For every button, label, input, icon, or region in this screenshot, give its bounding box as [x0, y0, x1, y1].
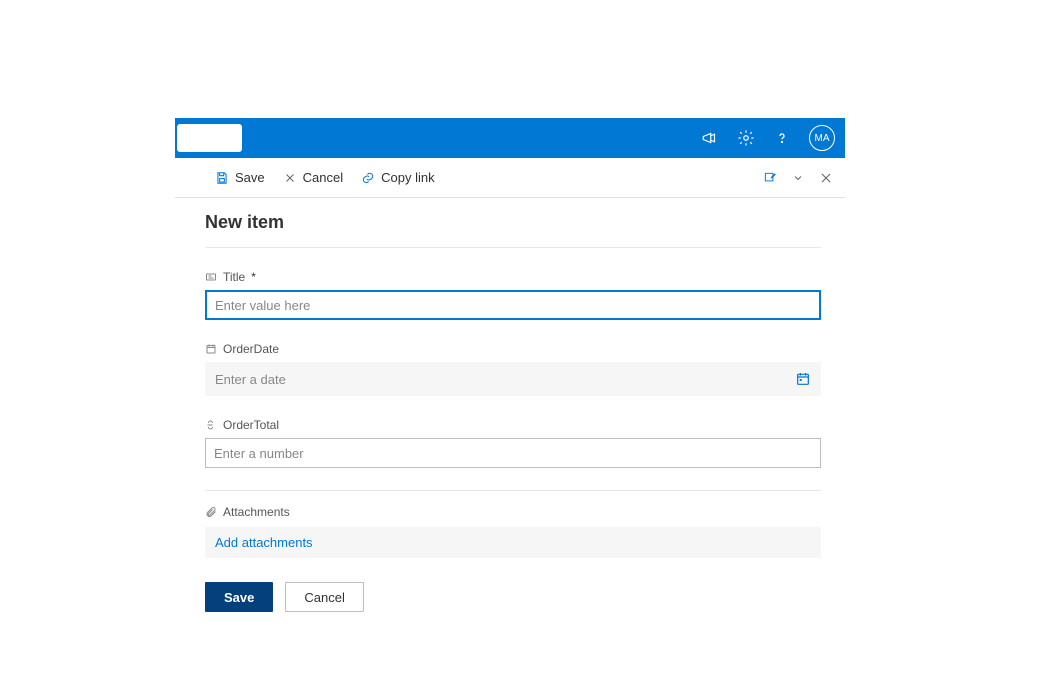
order-date-placeholder: Enter a date: [215, 372, 286, 387]
search-box[interactable]: [177, 124, 242, 152]
chevron-down-icon[interactable]: [791, 171, 805, 185]
order-date-label: OrderDate: [223, 342, 279, 356]
order-total-input[interactable]: [205, 438, 821, 468]
command-cancel-label: Cancel: [303, 170, 343, 185]
calendar-type-icon: [205, 343, 217, 355]
command-copy-link[interactable]: Copy link: [361, 170, 434, 185]
divider: [205, 490, 821, 491]
suite-header: MA: [175, 118, 845, 158]
currency-type-icon: [205, 419, 217, 431]
app-window: MA Save: [175, 118, 845, 632]
gear-icon[interactable]: [737, 129, 755, 147]
title-input[interactable]: [205, 290, 821, 320]
field-order-total: OrderTotal: [205, 418, 821, 468]
save-button[interactable]: Save: [205, 582, 273, 612]
panel-title: New item: [205, 212, 821, 248]
cancel-button[interactable]: Cancel: [285, 582, 363, 612]
avatar[interactable]: MA: [809, 125, 835, 151]
field-title: Title *: [205, 270, 821, 320]
megaphone-icon[interactable]: [701, 129, 719, 147]
footer-actions: Save Cancel: [205, 582, 821, 612]
required-mark: *: [251, 270, 256, 284]
edit-form-icon[interactable]: [763, 171, 777, 185]
add-attachments-link[interactable]: Add attachments: [205, 527, 821, 558]
date-picker-icon[interactable]: [795, 371, 811, 387]
attachments-label: Attachments: [223, 505, 290, 519]
command-bar: Save Cancel Copy l: [175, 158, 845, 198]
order-date-input[interactable]: Enter a date: [205, 362, 821, 396]
save-icon: [215, 171, 229, 185]
text-type-icon: [205, 271, 217, 283]
form-body: New item Title *: [175, 198, 845, 632]
command-save-label: Save: [235, 170, 265, 185]
order-total-label: OrderTotal: [223, 418, 279, 432]
field-order-date: OrderDate Enter a date: [205, 342, 821, 396]
command-copy-link-label: Copy link: [381, 170, 434, 185]
field-attachments: Attachments: [205, 505, 821, 519]
paperclip-icon: [205, 506, 217, 518]
close-icon[interactable]: [819, 171, 833, 185]
link-icon: [361, 171, 375, 185]
command-cancel[interactable]: Cancel: [283, 170, 343, 185]
title-label: Title: [223, 270, 245, 284]
help-icon[interactable]: [773, 129, 791, 147]
cancel-x-icon: [283, 171, 297, 185]
command-save[interactable]: Save: [215, 170, 265, 185]
